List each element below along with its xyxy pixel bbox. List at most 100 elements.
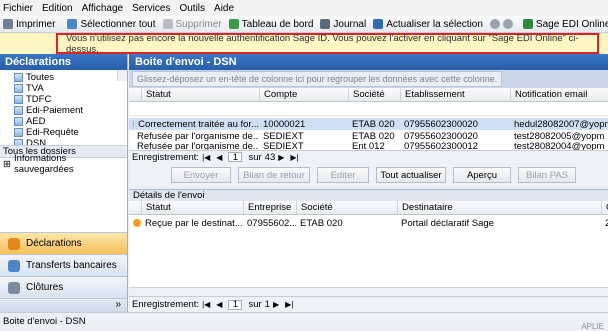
tree-item-aed[interactable]: AED [14, 116, 127, 127]
group-by-area[interactable]: Glissez-déposez un en-tête de colonne ic… [129, 70, 608, 88]
row-societe: ETAB 020 [352, 130, 395, 142]
folder-icon [14, 128, 23, 137]
outbox-grid: Statut Compte Société Etablissement Noti… [129, 88, 608, 150]
details-header-row: Statut Entreprise Société Destinataire C [129, 201, 608, 215]
prev-record-button[interactable]: ◀ [216, 300, 222, 309]
filter-row[interactable] [129, 102, 608, 116]
tree-item-tva[interactable]: TVA [14, 83, 127, 94]
column-header-email[interactable]: Notification email [510, 88, 608, 101]
dashboard-button[interactable]: Tableau de bord [228, 19, 313, 30]
nav-declarations-button[interactable]: Déclarations [0, 232, 127, 254]
toolbar: Imprimer Sélectionner tout Supprimer Tab… [0, 16, 608, 33]
declarations-title: Déclarations [0, 54, 127, 70]
nav-clotures-button[interactable]: Clôtures [0, 276, 127, 298]
next-record-button[interactable]: ▶ [273, 300, 279, 309]
tree-item-tdfc[interactable]: TDFC [14, 94, 127, 105]
details-title: Détails de l'envoi [129, 189, 608, 201]
prev-record-button[interactable]: ◀ [216, 153, 222, 162]
details-record-navigator: Enregistrement: |◀ ◀ 1 sur 1 ▶ ▶| [129, 296, 608, 312]
closure-icon [8, 281, 20, 294]
row-societe: ETAB 020 [352, 118, 395, 130]
tree-item-edi-paiement[interactable]: Edi-Paiement [14, 105, 127, 116]
expand-icon: ⊞ [3, 158, 11, 170]
details-row[interactable]: Reçue par le destinat... 07955602... ETA… [129, 217, 608, 229]
first-record-button[interactable]: |◀ [202, 153, 210, 162]
status-warning-icon [133, 120, 135, 128]
row-etablissement: 07955602300020 [404, 130, 478, 142]
outbox-record-navigator: Enregistrement: |◀ ◀ 1 sur 43 ▶ ▶| [129, 150, 608, 163]
column-header-statut[interactable]: Statut [141, 88, 259, 101]
menu-edition[interactable]: Edition [42, 3, 73, 14]
details-c: 2 [605, 217, 608, 229]
details-header-entreprise[interactable]: Entreprise [243, 201, 296, 214]
current-record-input[interactable]: 1 [228, 152, 243, 163]
last-record-button[interactable]: ▶| [285, 300, 293, 309]
details-header-destinataire[interactable]: Destinataire [397, 201, 601, 214]
tout-actualiser-button[interactable]: Tout actualiser [376, 167, 446, 183]
print-button[interactable]: Imprimer [3, 19, 55, 30]
tree-item-toutes[interactable]: Toutes [14, 72, 127, 83]
refresh-selection-button[interactable]: Actualiser la sélection [373, 19, 483, 30]
tree-scrollbar[interactable] [117, 70, 127, 81]
details-total-records: 1 [264, 299, 270, 310]
nav-transferts-button[interactable]: Transferts bancaires [0, 254, 127, 276]
details-header-c[interactable]: C [601, 201, 608, 214]
bilan-pas-button[interactable]: Bilan PAS [518, 167, 576, 183]
menu-services[interactable]: Services [132, 3, 170, 14]
next-record-button[interactable]: ▶ [278, 153, 284, 162]
envoyer-button[interactable]: Envoyer [171, 167, 231, 183]
details-header-statut[interactable]: Statut [141, 201, 243, 214]
apercu-button[interactable]: Aperçu [453, 167, 511, 183]
column-header-societe[interactable]: Société [348, 88, 400, 101]
declarations-icon [8, 237, 20, 250]
record-label: Enregistrement: [132, 151, 200, 163]
details-entreprise: 07955602... [247, 217, 296, 229]
table-row[interactable]: Correctement traitée au for... 10000021 … [129, 118, 608, 130]
column-header-etablissement[interactable]: Etablissement [400, 88, 510, 101]
tree-item-edi-requete[interactable]: Edi-Requête [14, 127, 127, 138]
menu-outils[interactable]: Outils [179, 3, 205, 14]
dashboard-icon [228, 19, 239, 29]
menu-fichier[interactable]: Fichier [3, 3, 33, 14]
saved-info-item[interactable]: ⊞ Informations sauvegardées [0, 153, 127, 175]
column-header-compte[interactable]: Compte [259, 88, 348, 101]
select-all-button[interactable]: Sélectionner tout [67, 19, 156, 30]
declarations-panel: Déclarations Toutes TVA TDFC Edi-Paiemen… [0, 54, 128, 314]
details-hscrollbar[interactable] [129, 287, 608, 295]
first-record-button[interactable]: |◀ [202, 300, 210, 309]
forward-arrow-icon [502, 19, 513, 29]
row-compte: SEDIEXT [263, 142, 304, 150]
folder-icon [14, 117, 23, 126]
menu-affichage[interactable]: Affichage [82, 3, 124, 14]
nav-arrows[interactable] [489, 19, 516, 29]
group-hint: Glissez-déposez un en-tête de colonne ic… [132, 71, 503, 87]
folder-icon [14, 139, 23, 145]
row-etablissement: 07955602300012 [404, 142, 478, 150]
editer-button[interactable]: Editer [317, 167, 369, 183]
journal-icon [320, 19, 331, 29]
delete-button[interactable]: Supprimer [162, 19, 222, 30]
refresh-icon [373, 19, 384, 29]
last-record-button[interactable]: ▶| [290, 153, 298, 162]
outbox-title: Boite d'envoi - DSN [129, 54, 608, 70]
status-warning-icon [133, 219, 141, 227]
nav-buttons: Déclarations Transferts bancaires Clôtur… [0, 232, 127, 314]
row-statut: Refusée par l'organisme de... [137, 130, 259, 142]
sage-edi-online-button[interactable]: Sage EDI Online [522, 19, 608, 30]
table-row[interactable]: Refusée par l'organisme de... SEDIEXT ET… [129, 130, 608, 142]
row-compte: SEDIEXT [263, 130, 304, 142]
row-compte: 10000021 [263, 118, 306, 130]
delete-icon [162, 19, 173, 29]
action-button-bar: Envoyer Bilan de retour Editer Tout actu… [129, 163, 608, 187]
menu-aide[interactable]: Aide [214, 3, 234, 14]
details-header-societe[interactable]: Société [296, 201, 397, 214]
table-row[interactable]: Refusée par l'organisme de... SEDIEXT En… [129, 142, 608, 150]
outbox-header-row: Statut Compte Société Etablissement Noti… [129, 88, 608, 102]
details-societe: ETAB 020 [300, 217, 343, 229]
declarations-tree: Toutes TVA TDFC Edi-Paiement AED Edi-Req… [0, 70, 127, 146]
bilan-retour-button[interactable]: Bilan de retour [238, 167, 310, 183]
tree-item-dsn[interactable]: DSN [14, 138, 127, 145]
details-current-record-input[interactable]: 1 [228, 299, 243, 310]
journal-button[interactable]: Journal [320, 19, 366, 30]
total-records: 43 [264, 151, 276, 163]
